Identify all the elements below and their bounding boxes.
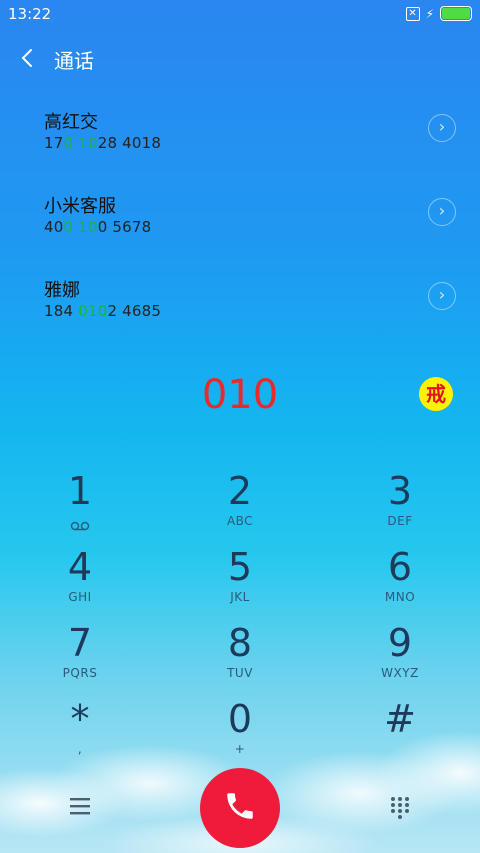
contact-number: 184 0102 4685 xyxy=(44,302,162,320)
call-button[interactable] xyxy=(200,768,280,848)
menu-icon[interactable] xyxy=(68,796,92,816)
key-2[interactable]: 2 ABC xyxy=(180,470,300,540)
key-0[interactable]: 0 + xyxy=(180,698,300,768)
charging-icon: ⚡ xyxy=(425,6,434,21)
dialpad-icon[interactable] xyxy=(389,796,411,822)
dialed-number: 010 xyxy=(201,372,279,418)
key-6[interactable]: 6 MNO xyxy=(340,546,460,616)
key-5[interactable]: 5 JKL xyxy=(180,546,300,616)
bottom-bar xyxy=(0,768,480,848)
phone-icon xyxy=(223,789,257,827)
voicemail-icon xyxy=(70,516,90,535)
contact-name: 高红交 xyxy=(44,112,98,133)
contact-detail-button[interactable]: › xyxy=(428,114,456,142)
key-9[interactable]: 9 WXYZ xyxy=(340,622,460,692)
contact-name: 雅娜 xyxy=(44,280,80,301)
key-4[interactable]: 4 GHI xyxy=(20,546,140,616)
status-time: 13:22 xyxy=(8,5,52,23)
key-8[interactable]: 8 TUV xyxy=(180,622,300,692)
page-title: 通话 xyxy=(54,49,94,73)
contact-name: 小米客服 xyxy=(44,196,116,217)
key-3[interactable]: 3 DEF xyxy=(340,470,460,540)
contact-detail-button[interactable]: › xyxy=(428,282,456,310)
contact-number: 170 1028 4018 xyxy=(44,134,162,152)
contact-number: 400 100 5678 xyxy=(44,218,152,236)
key-star[interactable]: * , xyxy=(20,698,140,768)
no-sim-icon: ✕ xyxy=(405,6,420,21)
key-1[interactable]: 1 xyxy=(20,470,140,540)
key-7[interactable]: 7 PQRS xyxy=(20,622,140,692)
contact-item[interactable]: 高红交 170 1028 4018 › xyxy=(44,108,464,168)
contact-detail-button[interactable]: › xyxy=(428,198,456,226)
badge-icon[interactable]: 戒 xyxy=(419,377,453,411)
status-bar: 13:22 ✕ ⚡ xyxy=(0,0,480,28)
contact-item[interactable]: 小米客服 400 100 5678 › xyxy=(44,192,464,252)
header: 通话 xyxy=(0,40,480,76)
status-icons: ✕ ⚡ xyxy=(405,6,472,21)
contact-item[interactable]: 雅娜 184 0102 4685 › xyxy=(44,276,464,336)
key-hash[interactable]: # xyxy=(340,698,460,768)
battery-icon xyxy=(440,6,472,21)
chevron-left-icon[interactable] xyxy=(18,46,38,70)
